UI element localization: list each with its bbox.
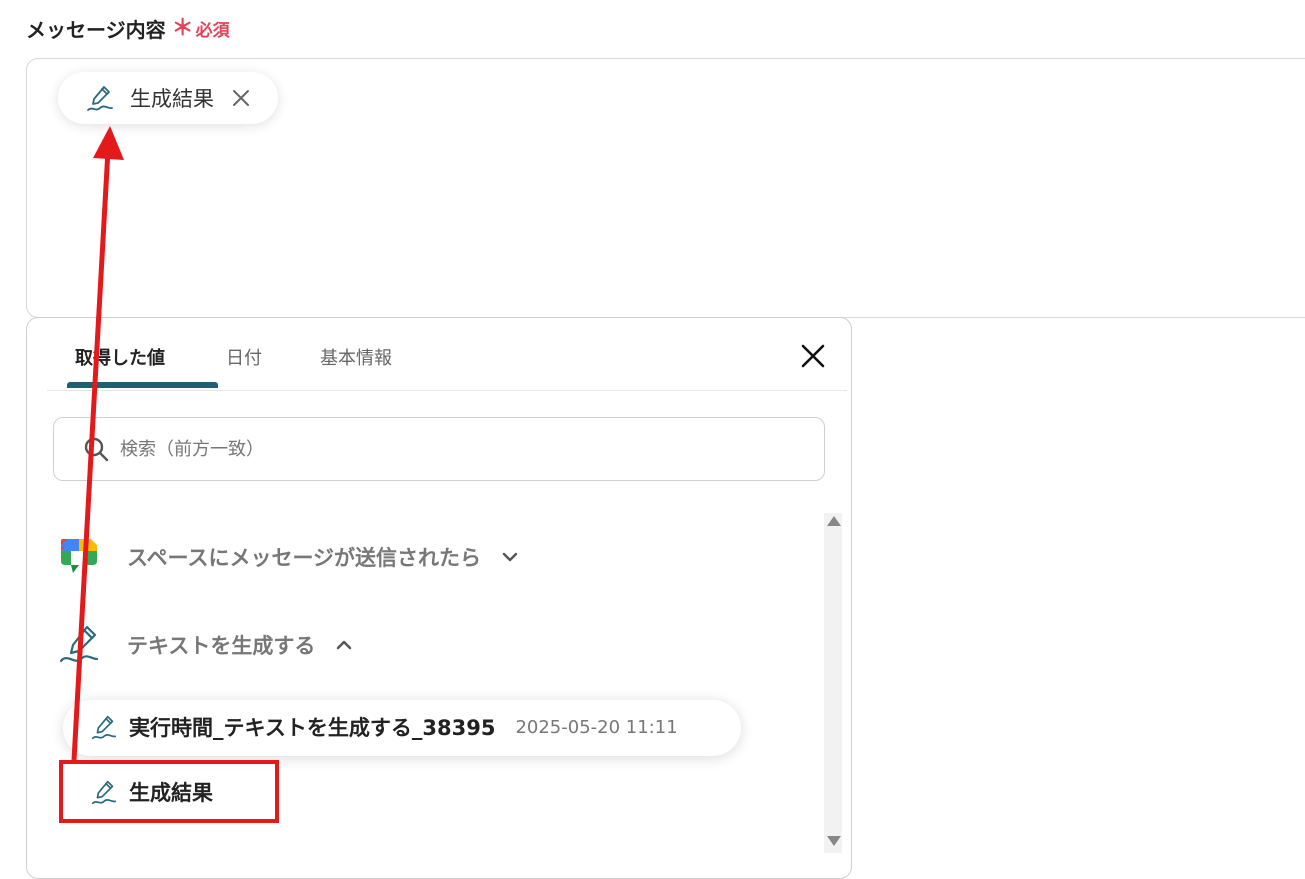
annotation-arrow bbox=[71, 126, 124, 761]
